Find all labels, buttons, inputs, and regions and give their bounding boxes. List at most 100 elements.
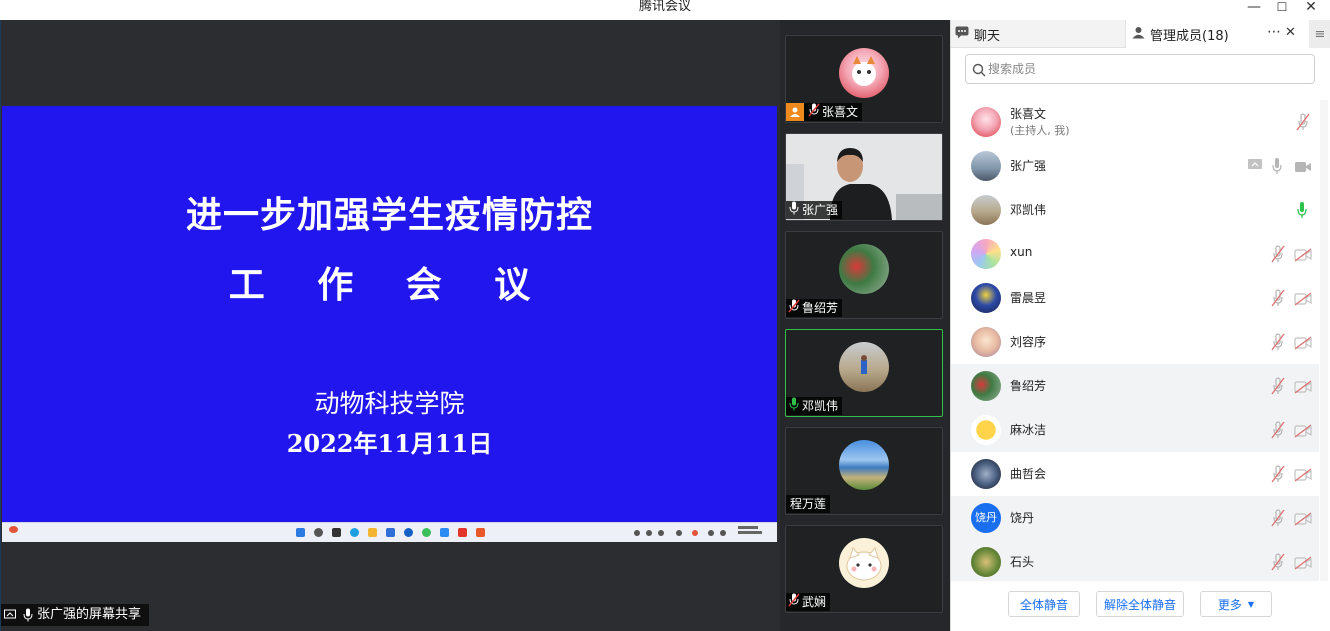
- maximize-button[interactable]: ☐: [1270, 0, 1294, 14]
- camera-off-icon[interactable]: [1294, 335, 1312, 353]
- member-search[interactable]: [965, 54, 1315, 84]
- panel-footer: 全体静音 解除全体静音 更多 ▼: [951, 581, 1330, 631]
- weather-widget: [9, 526, 18, 535]
- tile-name-tag: 程万莲: [786, 495, 831, 513]
- member-row[interactable]: 曲哲会: [951, 452, 1319, 496]
- member-row[interactable]: 张喜文 (主持人, 我): [951, 100, 1319, 144]
- muted-mic-icon[interactable]: [1296, 113, 1314, 131]
- muted-mic-icon[interactable]: [1271, 289, 1289, 307]
- participant-tile[interactable]: 张喜文: [785, 35, 943, 123]
- camera-off-icon[interactable]: [1294, 423, 1312, 441]
- more-options-icon[interactable]: ⋯: [1267, 24, 1282, 40]
- mute-all-button[interactable]: 全体静音: [1008, 591, 1080, 617]
- camera-off-icon[interactable]: [1294, 379, 1312, 397]
- camera-off-icon[interactable]: [1294, 467, 1312, 485]
- avatar-initials: 饶丹: [975, 511, 997, 524]
- member-row[interactable]: 刘容序: [951, 320, 1319, 364]
- participant-tile[interactable]: 武娴: [785, 525, 943, 613]
- chat-icon: [955, 26, 969, 43]
- muted-mic-icon[interactable]: [1271, 421, 1289, 439]
- member-row[interactable]: 鲁绍芳: [951, 364, 1319, 408]
- unmute-all-button[interactable]: 解除全体静音: [1096, 591, 1184, 617]
- search-input[interactable]: [988, 59, 1308, 79]
- microphone-icon[interactable]: [1271, 157, 1289, 175]
- avatar: [839, 342, 889, 392]
- member-name: 张喜文: [1010, 107, 1047, 121]
- muted-mic-icon[interactable]: [1271, 245, 1289, 263]
- tab-chat[interactable]: 聊天: [955, 20, 1125, 48]
- tray-icon: [708, 530, 714, 536]
- scrollbar[interactable]: [1320, 100, 1328, 581]
- tile-name-tag: 武娴: [786, 593, 831, 611]
- participant-tile[interactable]: 鲁绍芳: [785, 231, 943, 319]
- avatar: [839, 440, 889, 490]
- speaking-mic-icon: [788, 397, 800, 416]
- camera-off-icon[interactable]: [1294, 555, 1312, 573]
- avatar: [971, 195, 1001, 225]
- participant-tile[interactable]: 程万莲: [785, 427, 943, 515]
- member-row[interactable]: xun: [951, 232, 1319, 276]
- muted-mic-icon[interactable]: [1271, 333, 1289, 351]
- screen-share-icon: [1247, 157, 1265, 175]
- avatar: [971, 415, 1001, 445]
- tile-name: 张喜文: [822, 105, 859, 119]
- shared-screen-stage[interactable]: 进一步加强学生疫情防控 工 作 会 议 动物科技学院 2022年11月11日 张…: [0, 20, 780, 631]
- avatar: 饶丹: [971, 503, 1001, 533]
- meeting-window: 腾讯会议 — ☐ ✕ 进一步加强学生疫情防控 工 作 会 议 动物科技学院 20…: [0, 0, 1330, 631]
- member-row[interactable]: 雷晨昱: [951, 276, 1319, 320]
- panel-tabs: 聊天 管理成员(18) ⋯ ✕ ≡: [951, 20, 1330, 48]
- search-icon: [314, 528, 323, 537]
- member-name: 雷晨昱: [1010, 291, 1047, 305]
- window-title: 腾讯会议: [638, 0, 691, 14]
- member-row[interactable]: 邓凯伟: [951, 188, 1319, 232]
- participant-tile[interactable]: 张广强: [785, 133, 943, 221]
- person-icon: [1132, 26, 1145, 43]
- more-button[interactable]: 更多 ▼: [1200, 591, 1272, 617]
- chrome-icon: [422, 528, 431, 537]
- muted-mic-icon[interactable]: [1271, 377, 1289, 395]
- close-panel-icon[interactable]: ✕: [1285, 25, 1296, 40]
- muted-mic-icon[interactable]: [1271, 465, 1289, 483]
- tray-icon: [692, 530, 698, 536]
- camera-off-icon[interactable]: [1294, 291, 1312, 309]
- wps-icon: [458, 528, 467, 537]
- minimize-button[interactable]: —: [1242, 0, 1266, 15]
- windows-start-icon: [296, 528, 305, 537]
- avatar: [971, 327, 1001, 357]
- member-panel: 聊天 管理成员(18) ⋯ ✕ ≡ 张喜文 (主持人, 我) 张广强邓凯伟 xun 雷晨…: [950, 20, 1330, 631]
- tile-name: 张广强: [802, 203, 839, 217]
- camera-off-icon[interactable]: [1294, 247, 1312, 265]
- ppt-icon: [476, 528, 485, 537]
- avatar: [839, 538, 889, 588]
- member-name: xun: [1010, 245, 1033, 259]
- tile-name-tag: 邓凯伟: [786, 397, 843, 416]
- speaking-mic-icon[interactable]: [1296, 201, 1314, 219]
- camera-icon[interactable]: [1294, 159, 1312, 177]
- muted-mic-icon[interactable]: [1271, 553, 1289, 571]
- menu-icon[interactable]: ≡: [1309, 20, 1330, 48]
- member-list: 张喜文 (主持人, 我) 张广强 邓凯伟 xun 雷晨昱刘容序 鲁绍芳 麻冰洁 曲哲会 饶丹 饶丹石…: [951, 100, 1319, 581]
- avatar: [971, 283, 1001, 313]
- member-row[interactable]: 张广强: [951, 144, 1319, 188]
- avatar: [839, 48, 889, 98]
- folder-icon: [368, 528, 377, 537]
- avatar: [971, 371, 1001, 401]
- camera-off-icon[interactable]: [1294, 511, 1312, 529]
- member-row[interactable]: 麻冰洁: [951, 408, 1319, 452]
- member-role: (主持人, 我): [1010, 124, 1070, 137]
- muted-mic-icon: [808, 103, 820, 122]
- more-button-label: 更多: [1217, 597, 1242, 612]
- tile-name-tag: 鲁绍芳: [786, 299, 843, 317]
- tab-chat-label: 聊天: [974, 28, 1001, 44]
- slide-organization: 动物科技学院: [314, 389, 465, 418]
- muted-mic-icon[interactable]: [1271, 509, 1289, 527]
- participant-tile-active[interactable]: 邓凯伟: [785, 329, 943, 417]
- member-row[interactable]: 饶丹 饶丹: [951, 496, 1319, 540]
- close-window-button[interactable]: ✕: [1299, 0, 1323, 15]
- share-screen-icon: [1, 604, 19, 626]
- screen-share-owner: 张广强的屏幕共享: [37, 607, 142, 622]
- member-row[interactable]: 石头: [951, 540, 1319, 581]
- screen-share-label: 张广强的屏幕共享: [1, 604, 149, 626]
- avatar: [971, 459, 1001, 489]
- tile-name-tag: 张喜文: [786, 103, 863, 122]
